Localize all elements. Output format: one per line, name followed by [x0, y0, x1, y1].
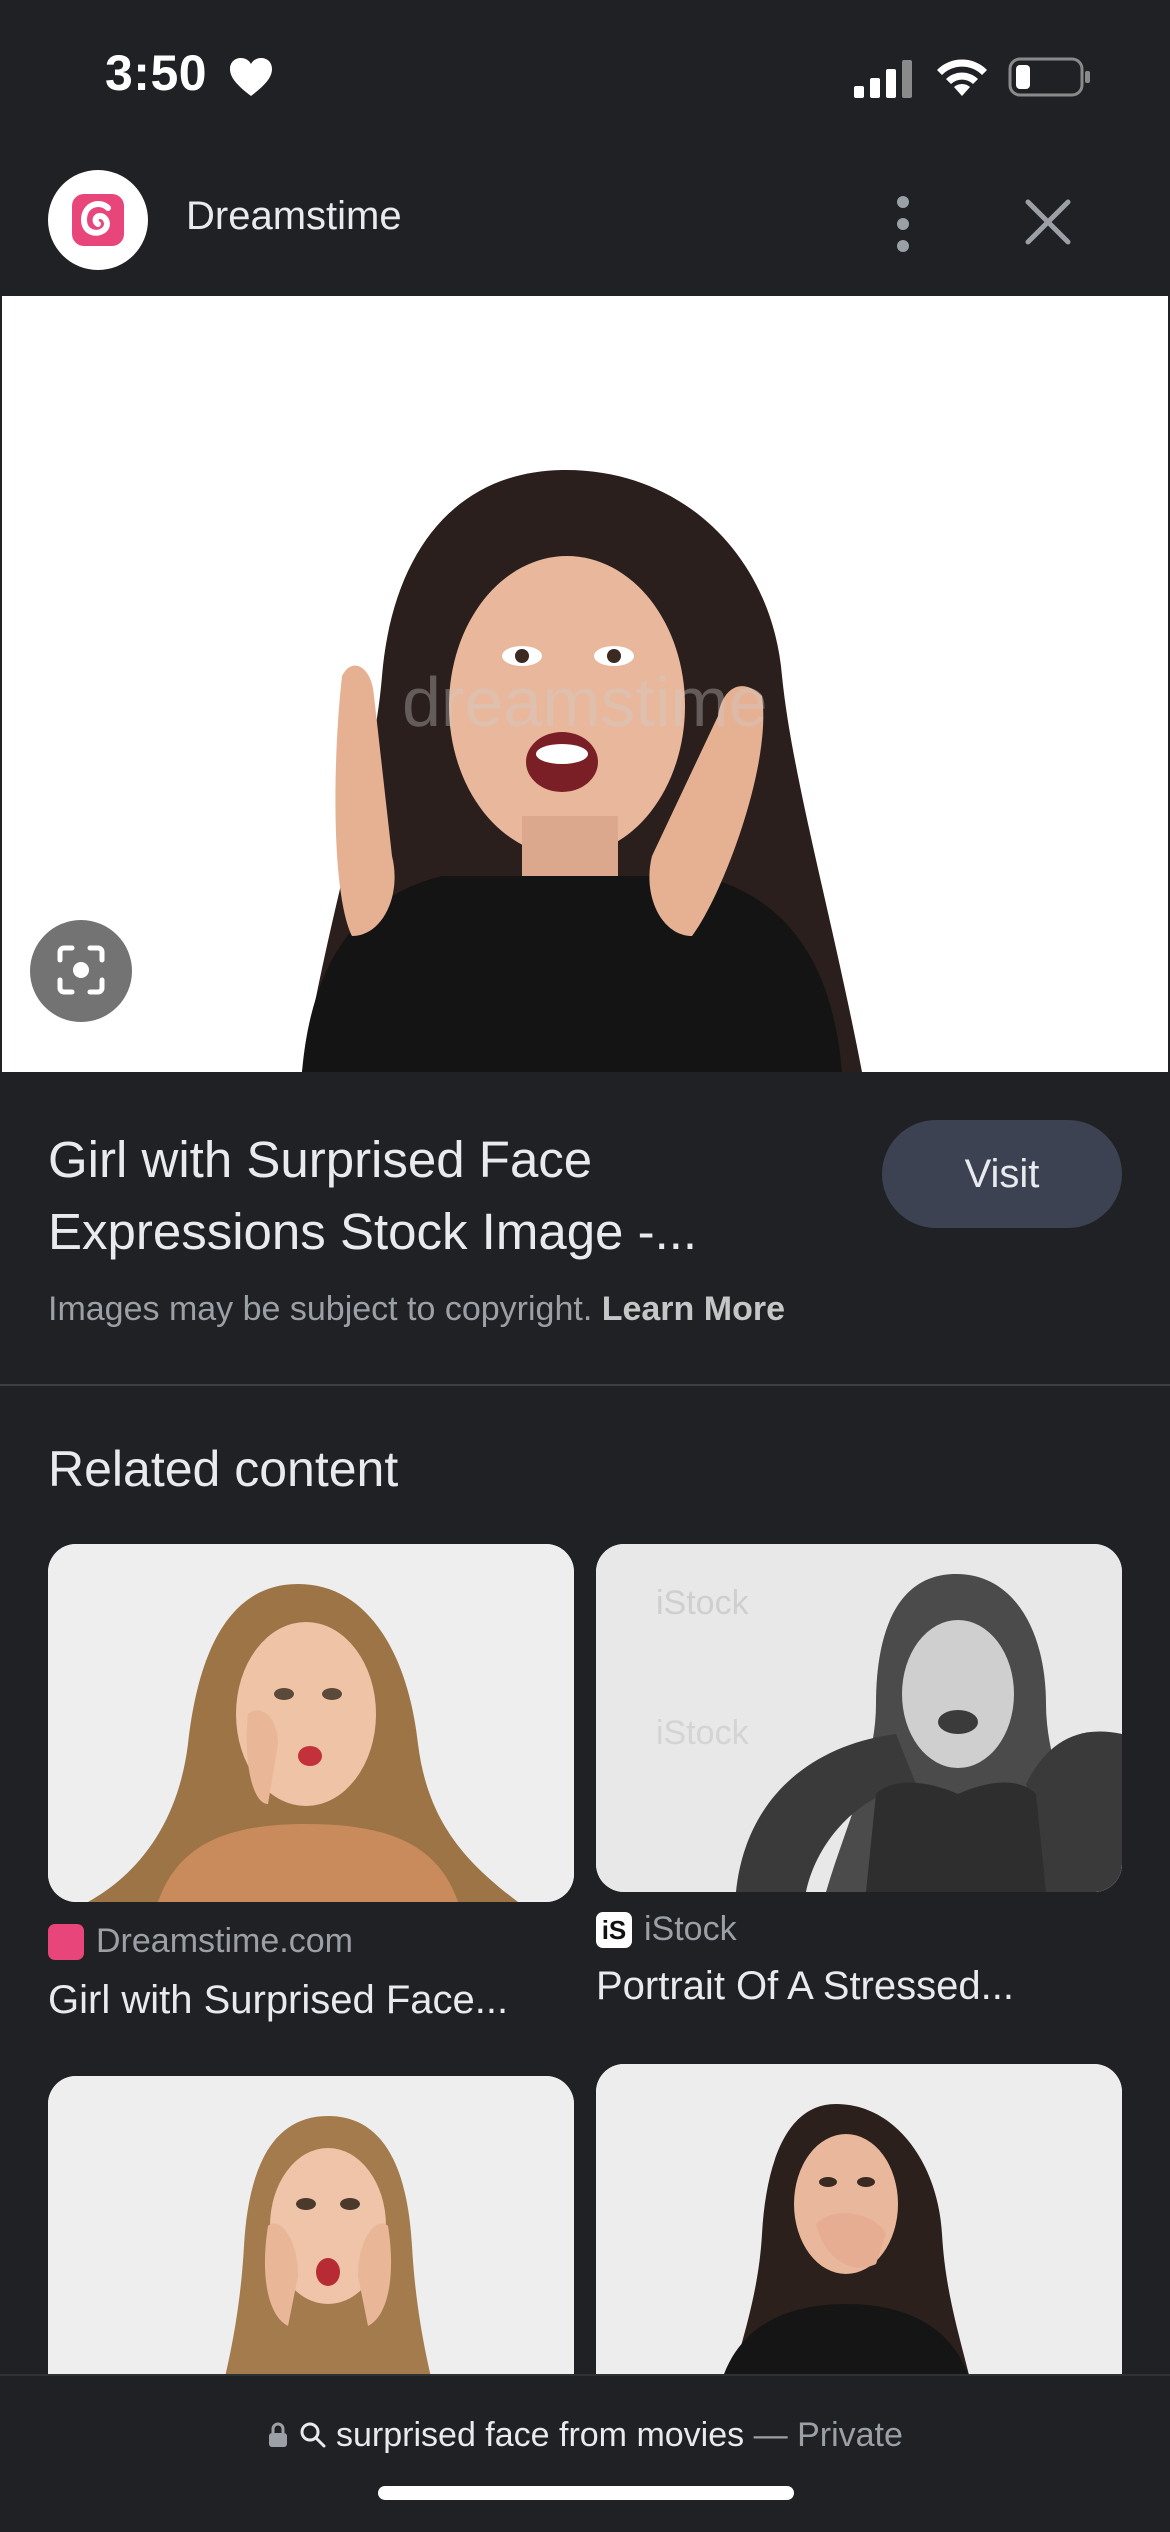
copyright-text: Images may be subject to copyright. [48, 1290, 593, 1328]
related-title[interactable]: Girl with Surprised Face... [48, 1978, 508, 2023]
wifi-icon [937, 59, 987, 96]
search-icon [300, 2422, 326, 2448]
related-thumbnail[interactable] [48, 1544, 574, 1902]
dreamstime-logo[interactable] [48, 170, 148, 270]
status-bar: 3:50 [0, 0, 1170, 150]
divider [0, 1384, 1170, 1386]
address-text[interactable]: surprised face from movies — Private [0, 2416, 1170, 2455]
related-card[interactable] [48, 2076, 574, 2406]
close-icon[interactable] [1020, 194, 1076, 250]
status-time: 3:50 [105, 45, 208, 101]
viewer-header: Dreamstime [0, 150, 1170, 296]
address-separator: — [753, 2416, 788, 2454]
related-thumbnail[interactable] [48, 2076, 574, 2406]
battery-icon [1008, 57, 1090, 97]
svg-text:iStock: iStock [656, 1714, 750, 1752]
shocked-woman-photo [48, 2076, 574, 2406]
dreamstime-logo-icon [72, 194, 124, 246]
related-card[interactable]: Dreamstime.com Girl with Surprised Face.… [48, 1544, 574, 2034]
lock-icon [269, 2422, 288, 2447]
surprised-woman-photo: dreamstime [2, 296, 1168, 1072]
learn-more-link[interactable]: Learn More [602, 1290, 785, 1328]
main-image[interactable]: dreamstime [2, 296, 1168, 1072]
svg-text:dreamstime: dreamstime [402, 663, 768, 741]
brunette-woman-photo [596, 2064, 1122, 2406]
related-title[interactable]: Portrait Of A Stressed... [596, 1964, 1014, 2009]
heart-icon [230, 58, 272, 96]
copyright-note: Images may be subject to copyright. Lear… [48, 1290, 785, 1329]
related-card[interactable] [596, 2064, 1122, 2406]
search-query: surprised face from movies [336, 2416, 745, 2454]
related-thumbnail[interactable] [596, 2064, 1122, 2406]
address-bar[interactable]: surprised face from movies — Private [0, 2374, 1170, 2532]
image-viewer-page: 3:50 Dreamstime dreamstime Girl with Sur… [0, 0, 1170, 2532]
visit-button[interactable]: Visit [882, 1120, 1122, 1228]
related-source: iS iStock [596, 1910, 737, 1949]
related-thumbnail[interactable]: iStock iStock [596, 1544, 1122, 1892]
blonde-woman-photo [48, 1544, 574, 1902]
result-info: Girl with Surprised Face Expressions Sto… [0, 1072, 1170, 1386]
more-vert-icon[interactable] [878, 184, 928, 264]
related-card[interactable]: iStock iStock iS iStock Portrait Of A St… [596, 1544, 1122, 2024]
related-heading: Related content [48, 1441, 399, 1497]
lens-search-icon [57, 945, 105, 995]
related-source-name: Dreamstime.com [96, 1922, 353, 1960]
lens-search-button[interactable] [30, 920, 132, 1022]
private-mode-label: Private [797, 2416, 903, 2454]
svg-text:iStock: iStock [656, 1584, 750, 1622]
stressed-woman-photo: iStock iStock [596, 1544, 1122, 1892]
image-title[interactable]: Girl with Surprised Face Expressions Sto… [48, 1124, 808, 1268]
istock-icon: iS [596, 1911, 632, 1948]
dreamstime-icon [48, 1923, 84, 1960]
site-name[interactable]: Dreamstime [186, 194, 402, 239]
signal-icon [854, 60, 912, 98]
related-source-name: iStock [644, 1910, 737, 1948]
related-source: Dreamstime.com [48, 1922, 353, 1961]
home-indicator[interactable] [378, 2486, 794, 2500]
